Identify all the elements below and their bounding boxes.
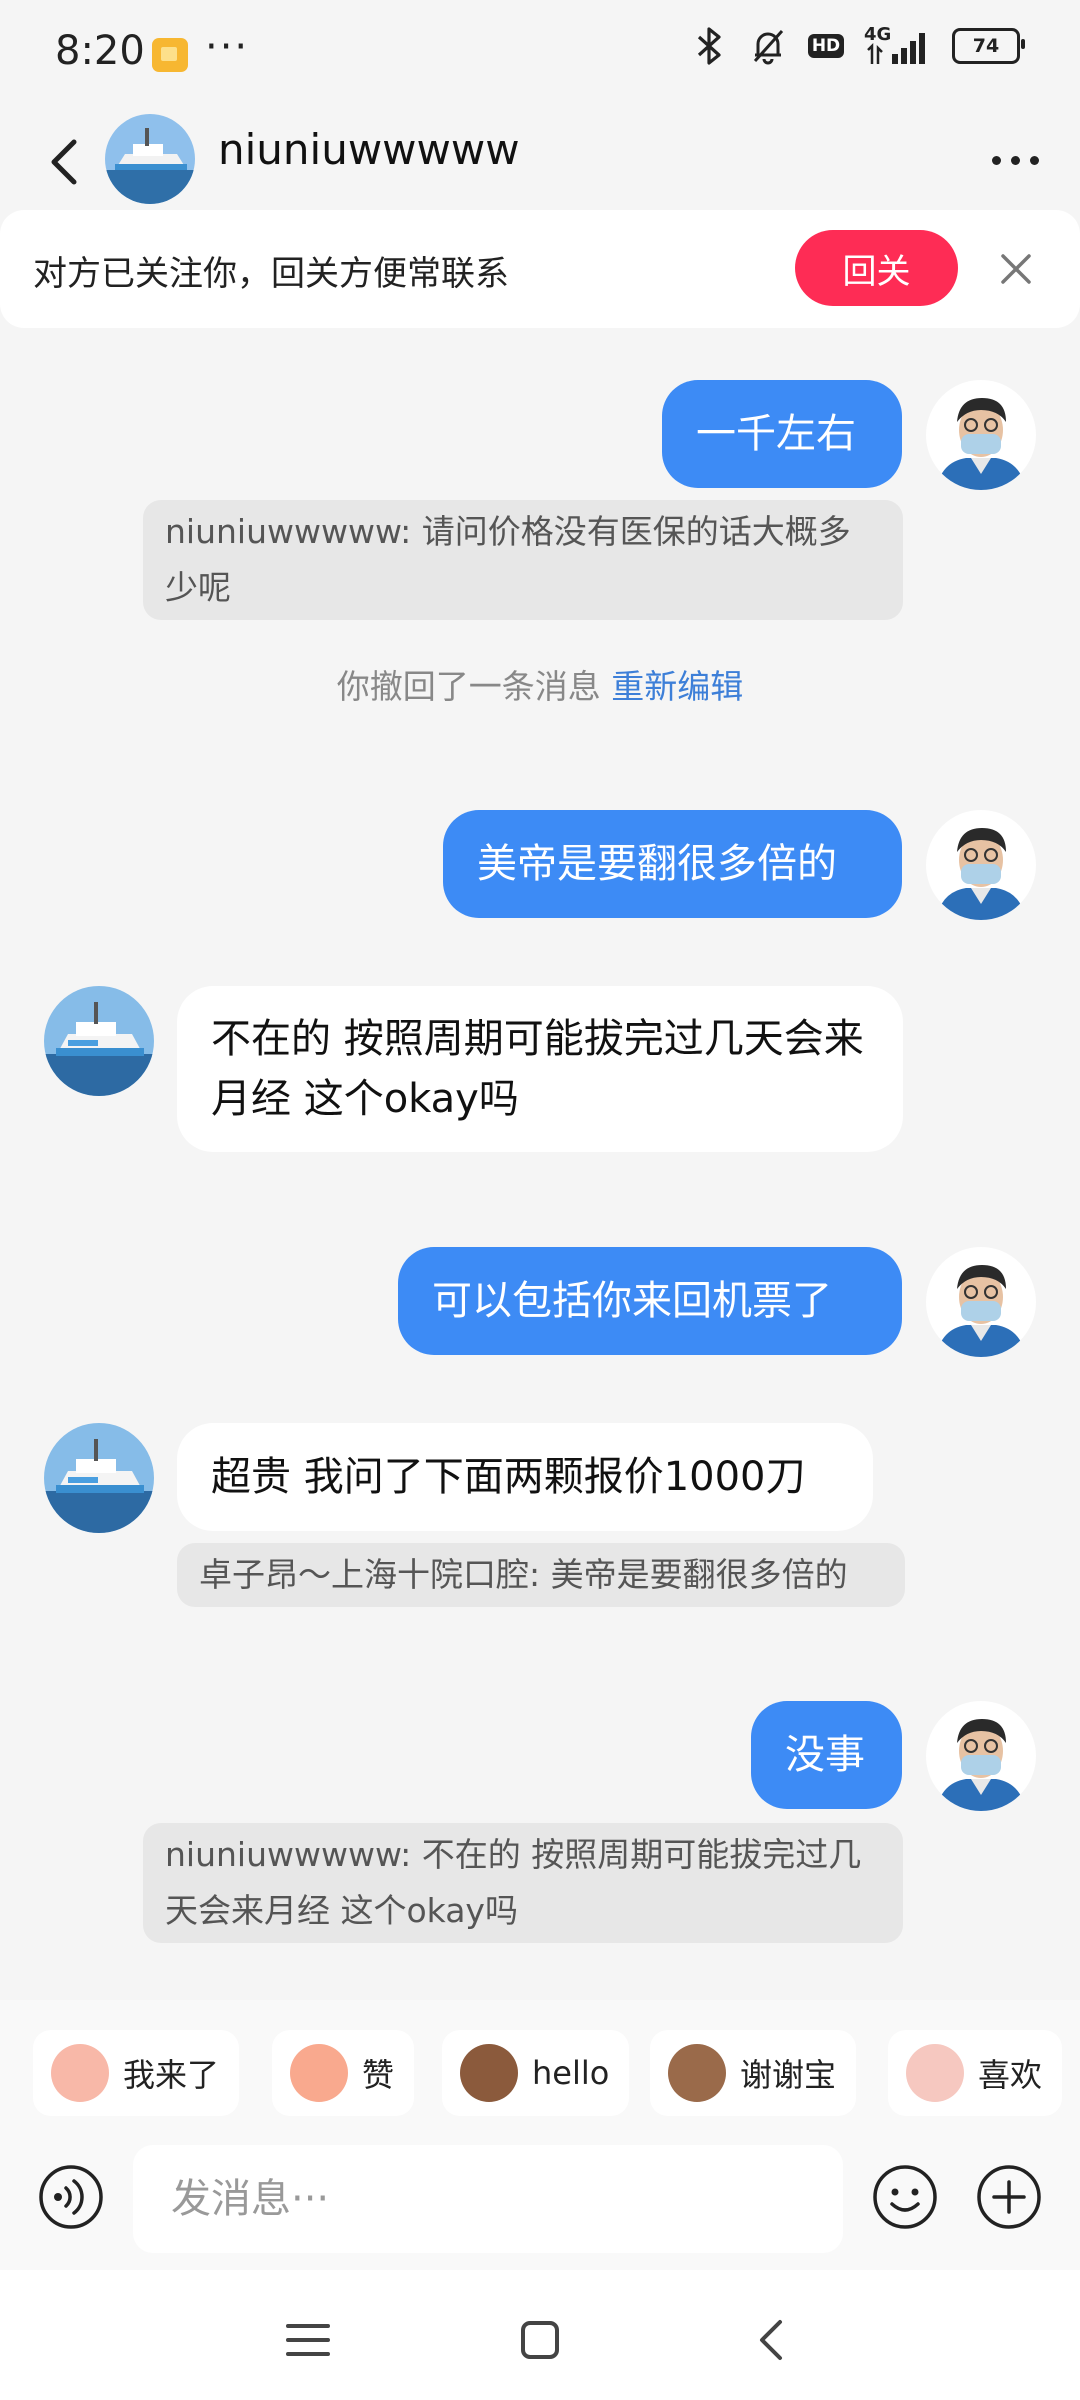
quoted-message[interactable]: niuniuwwwww: 请问价格没有医保的话大概多少呢 xyxy=(143,500,903,620)
close-icon xyxy=(1001,254,1031,284)
quick-reply-bar: 我来了 赞 hello 谢谢宝 喜欢 xyxy=(0,2000,1080,2140)
my-message-bubble[interactable]: 没事 xyxy=(751,1701,902,1809)
my-avatar[interactable] xyxy=(926,1247,1036,1357)
back-button[interactable] xyxy=(42,120,102,200)
my-avatar[interactable] xyxy=(926,810,1036,920)
chat-header: niuniuwwwww xyxy=(0,110,1080,210)
my-avatar[interactable] xyxy=(926,380,1036,490)
quick-reply-label: 我来了 xyxy=(123,2056,220,2094)
contact-message-bubble[interactable]: 不在的 按照周期可能拔完过几天会来月经 这个okay吗 xyxy=(177,986,903,1152)
follow-back-banner: 对方已关注你，回关方便常联系 回关 xyxy=(0,210,1080,328)
quick-reply-chip[interactable]: 赞 xyxy=(272,2030,415,2116)
square-icon xyxy=(521,2321,559,2359)
status-bar: 8:20 ··· HD 4G 74 xyxy=(0,0,1080,110)
voice-icon xyxy=(39,2165,103,2229)
more-actions-button[interactable] xyxy=(976,2164,1042,2230)
recall-notice: 你撤回了一条消息 重新编辑 xyxy=(0,660,1080,708)
my-message-bubble[interactable]: 一千左右 xyxy=(662,380,902,488)
contact-name: niuniuwwwww xyxy=(218,125,520,174)
quick-reply-chip[interactable]: 我来了 xyxy=(33,2030,240,2116)
chevron-left-icon xyxy=(51,139,77,185)
contact-avatar[interactable] xyxy=(105,114,195,204)
love-sticker-icon xyxy=(906,2044,964,2102)
more-dot-icon xyxy=(991,155,1001,165)
notification-app-icon xyxy=(152,38,188,72)
message-input[interactable] xyxy=(133,2145,843,2253)
monkey-sticker-icon xyxy=(460,2044,518,2102)
my-message-bubble[interactable]: 美帝是要翻很多倍的 xyxy=(443,810,902,918)
signal-icon: 4G xyxy=(864,26,934,66)
menu-icon xyxy=(286,2324,330,2356)
more-dot-icon xyxy=(1010,155,1020,165)
quick-reply-chip[interactable]: hello xyxy=(442,2030,630,2116)
plus-icon xyxy=(977,2165,1041,2229)
bluetooth-icon xyxy=(690,26,730,66)
home-button[interactable] xyxy=(510,2310,570,2370)
quoted-message[interactable]: niuniuwwwww: 不在的 按照周期可能拔完过几天会来月经 这个okay吗 xyxy=(143,1823,903,1943)
quick-reply-label: 谢谢宝 xyxy=(740,2056,837,2094)
contact-avatar[interactable] xyxy=(44,986,154,1096)
contact-avatar[interactable] xyxy=(44,1423,154,1533)
system-navigation-bar xyxy=(0,2270,1080,2400)
re-edit-link[interactable]: 重新编辑 xyxy=(611,667,743,706)
thumbs-up-sticker-icon xyxy=(290,2044,348,2102)
status-time: 8:20 xyxy=(55,28,145,74)
quick-reply-chip[interactable]: 谢谢宝 xyxy=(650,2030,857,2116)
follow-back-button[interactable]: 回关 xyxy=(795,230,958,306)
banner-text: 对方已关注你，回关方便常联系 xyxy=(33,254,509,294)
mute-bell-icon xyxy=(748,26,788,66)
quick-reply-chip[interactable]: 喜欢 xyxy=(888,2030,1063,2116)
contact-message-bubble[interactable]: 超贵 我问了下面两颗报价1000刀 xyxy=(177,1423,873,1531)
smiley-icon xyxy=(873,2165,937,2229)
hd-icon: HD xyxy=(806,26,846,66)
my-message-bubble[interactable]: 可以包括你来回机票了 xyxy=(398,1247,902,1355)
my-avatar[interactable] xyxy=(926,1701,1036,1811)
status-icons: HD 4G 74 xyxy=(690,26,1025,66)
system-back-button[interactable] xyxy=(742,2310,802,2370)
recall-text: 你撤回了一条消息 xyxy=(336,667,601,706)
waving-sticker-icon xyxy=(51,2044,109,2102)
more-dot-icon xyxy=(1029,155,1039,165)
more-notifications-indicator: ··· xyxy=(205,24,250,70)
close-banner-button[interactable] xyxy=(995,248,1037,290)
more-options-button[interactable] xyxy=(980,135,1050,185)
message-input-bar xyxy=(0,2140,1080,2270)
thanks-sticker-icon xyxy=(668,2044,726,2102)
quick-reply-label: hello xyxy=(532,2054,610,2092)
battery-icon: 74 xyxy=(952,28,1025,64)
quick-reply-label: 赞 xyxy=(362,2056,395,2094)
emoji-button[interactable] xyxy=(872,2164,938,2230)
voice-input-button[interactable] xyxy=(38,2164,104,2230)
quoted-message[interactable]: 卓子昂～上海十院口腔: 美帝是要翻很多倍的 xyxy=(177,1543,905,1607)
quick-reply-label: 喜欢 xyxy=(978,2056,1043,2094)
chevron-left-icon xyxy=(760,2320,782,2360)
recent-apps-button[interactable] xyxy=(278,2310,338,2370)
